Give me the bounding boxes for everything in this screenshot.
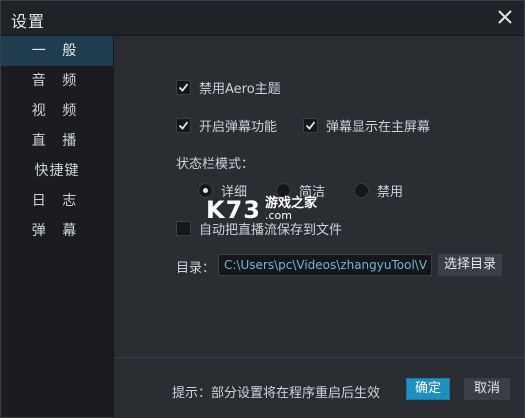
enable-danmaku-option[interactable]: 开启弹幕功能: [176, 116, 277, 135]
sidebar-item-label: 弹 幕: [31, 223, 83, 239]
statusbar-option-label: 禁用: [377, 185, 404, 200]
ok-button[interactable]: 确定: [406, 378, 450, 400]
sidebar-item-video[interactable]: 视 频: [1, 96, 113, 126]
sidebar-item-audio[interactable]: 音 频: [1, 66, 113, 96]
cancel-button[interactable]: 取消: [464, 378, 510, 400]
site-watermark: K73 游戏之家 .com: [206, 196, 317, 224]
sidebar-item-log[interactable]: 日 志: [1, 186, 113, 216]
close-button[interactable]: [494, 6, 516, 28]
window-title: 设置: [11, 12, 46, 31]
statusbar-mode-heading: 状态栏模式：: [176, 153, 254, 172]
statusbar-mode-label: 状态栏模式：: [176, 157, 255, 172]
checkmark-icon: [178, 83, 189, 92]
sidebar-item-danmaku[interactable]: 弹 幕: [1, 216, 113, 246]
restart-hint-text: 提示：部分设置将在程序重启后生效: [172, 386, 381, 401]
enable-danmaku-label: 开启弹幕功能: [199, 120, 278, 135]
danmaku-main-screen-option[interactable]: 弹幕显示在主屏幕: [303, 116, 430, 135]
sidebar-item-label: 直 播: [31, 133, 83, 149]
disable-aero-option[interactable]: 禁用Aero主题: [176, 78, 281, 97]
watermark-text-block: 游戏之家 .com: [265, 197, 317, 222]
settings-window: 设置 一 般 音 频 视 频 直 播 快捷键 日 志 弹 幕 禁用Aero主题 …: [0, 0, 525, 418]
checkmark-icon: [178, 121, 189, 130]
danmaku-main-screen-checkbox[interactable]: [303, 118, 318, 133]
sidebar-item-hotkeys[interactable]: 快捷键: [1, 156, 113, 186]
settings-content: 禁用Aero主题 开启弹幕功能 弹幕显示在主屏幕 状态栏模式： 详细 简洁 禁用…: [114, 36, 524, 356]
watermark-logo: K73: [206, 196, 261, 224]
disable-aero-label: 禁用Aero主题: [199, 82, 281, 97]
browse-directory-button[interactable]: 选择目录: [438, 254, 502, 276]
danmaku-main-screen-label: 弹幕显示在主屏幕: [326, 120, 431, 135]
settings-footer: 提示：部分设置将在程序重启后生效 确定 取消: [114, 357, 524, 418]
sidebar-item-label: 日 志: [31, 193, 83, 209]
sidebar-item-label: 音 频: [31, 73, 83, 89]
statusbar-radio-disabled[interactable]: [354, 183, 369, 198]
radio-selected-dot: [203, 188, 208, 193]
sidebar-item-live[interactable]: 直 播: [1, 126, 113, 156]
sidebar-item-label: 快捷键: [34, 163, 80, 179]
title-bar: 设置: [1, 1, 524, 36]
directory-path-field[interactable]: C:\Users\pc\Videos\zhangyuTool\V: [218, 254, 432, 276]
watermark-domain: .com: [265, 209, 292, 222]
checkmark-icon: [305, 121, 316, 130]
sidebar-item-general[interactable]: 一 般: [1, 36, 113, 66]
close-icon: [498, 10, 512, 24]
directory-heading: 目录：: [176, 257, 215, 276]
settings-sidebar: 一 般 音 频 视 频 直 播 快捷键 日 志 弹 幕: [1, 36, 114, 417]
directory-label: 目录：: [176, 261, 216, 276]
disable-aero-checkbox[interactable]: [176, 80, 191, 95]
sidebar-item-label: 一 般: [31, 43, 83, 59]
sidebar-item-label: 视 频: [31, 103, 83, 119]
statusbar-option-disabled[interactable]: 禁用: [354, 181, 403, 200]
auto-save-stream-checkbox[interactable]: [176, 221, 191, 236]
enable-danmaku-checkbox[interactable]: [176, 118, 191, 133]
